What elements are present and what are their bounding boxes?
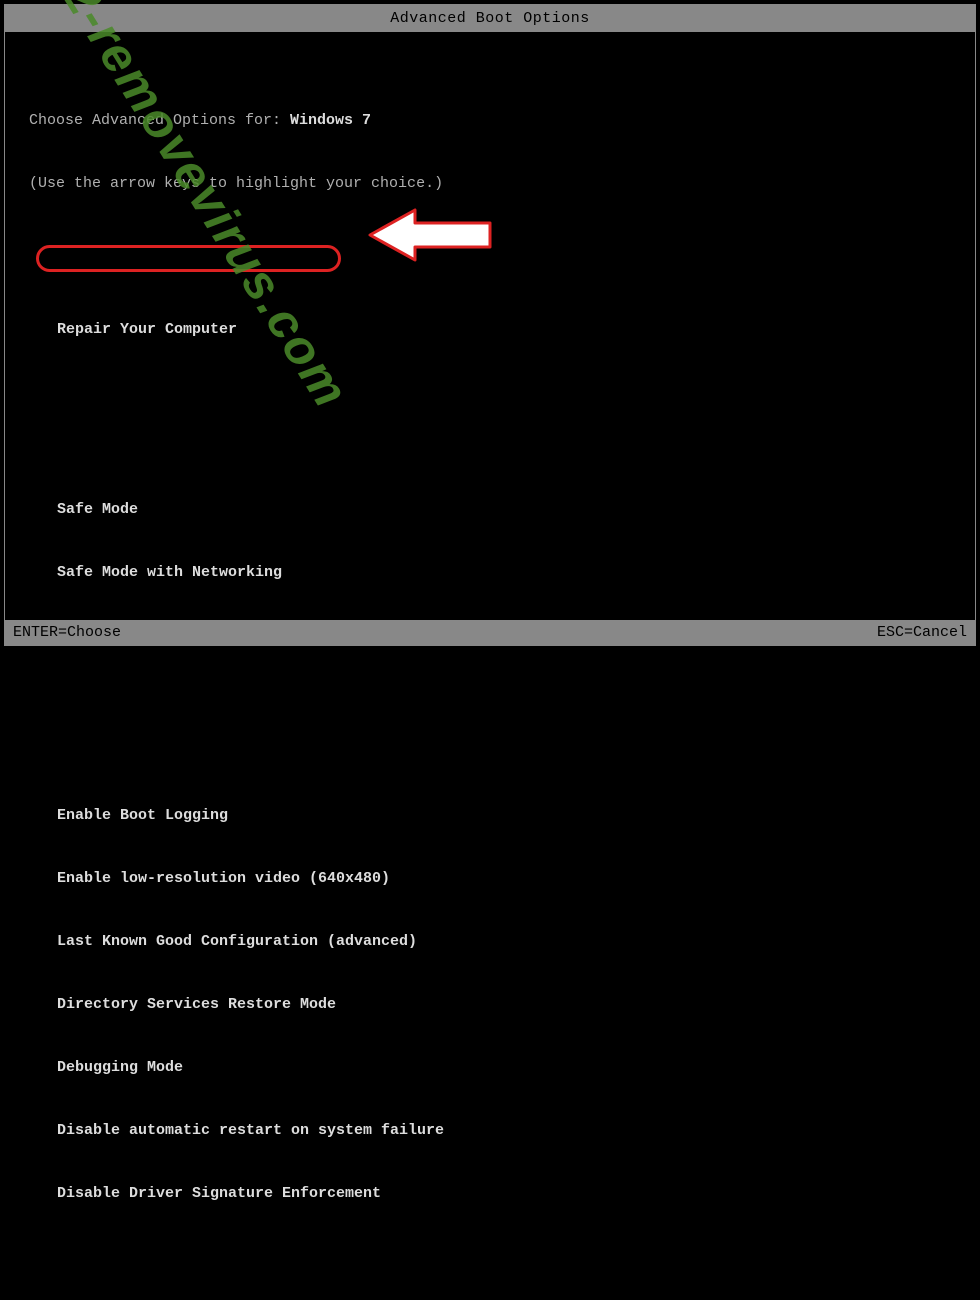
menu-disable-auto-restart[interactable]: Disable automatic restart on system fail…: [53, 1120, 448, 1141]
menu-safe-mode-networking[interactable]: Safe Mode with Networking: [53, 562, 286, 583]
title-bar: Advanced Boot Options: [5, 5, 975, 32]
intro-hint: (Use the arrow keys to highlight your ch…: [29, 173, 951, 194]
intro-label: Choose Advanced Options for:: [29, 112, 290, 129]
menu-repair-computer[interactable]: Repair Your Computer: [53, 319, 241, 340]
menu-directory-restore[interactable]: Directory Services Restore Mode: [53, 994, 340, 1015]
advanced-group: Enable Boot Logging Enable low-resolutio…: [53, 763, 951, 1246]
menu-debugging-mode[interactable]: Debugging Mode: [53, 1057, 187, 1078]
menu-boot-logging[interactable]: Enable Boot Logging: [53, 805, 232, 826]
footer-enter: ENTER=Choose: [13, 624, 121, 641]
footer-esc: ESC=Cancel: [877, 624, 967, 641]
repair-group: Repair Your Computer: [53, 277, 951, 382]
boot-screen: Advanced Boot Options Choose Advanced Op…: [4, 4, 976, 646]
menu-low-res-video[interactable]: Enable low-resolution video (640x480): [53, 868, 394, 889]
intro-os: Windows 7: [290, 112, 371, 129]
content-area: Choose Advanced Options for: Windows 7 (…: [5, 32, 975, 1300]
menu-disable-driver-sig[interactable]: Disable Driver Signature Enforcement: [53, 1183, 385, 1204]
safe-mode-group: Safe Mode Safe Mode with Networking Safe…: [53, 457, 951, 688]
menu-last-known-good[interactable]: Last Known Good Configuration (advanced): [53, 931, 421, 952]
intro-line: Choose Advanced Options for: Windows 7: [29, 110, 951, 131]
footer-bar: ENTER=Choose ESC=Cancel: [5, 620, 975, 645]
menu-safe-mode[interactable]: Safe Mode: [53, 499, 142, 520]
